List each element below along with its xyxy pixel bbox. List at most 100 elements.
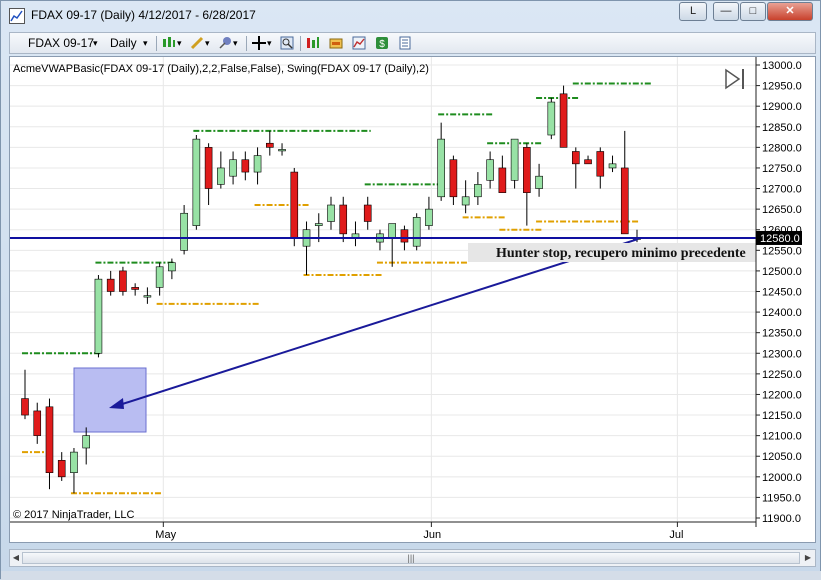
- candle-body[interactable]: [217, 167, 225, 185]
- candle-body[interactable]: [327, 204, 335, 222]
- toolbar-separator: [300, 36, 301, 51]
- instrument-selector[interactable]: FDAX 09-17: [28, 35, 94, 51]
- candle-body[interactable]: [620, 167, 629, 235]
- link-button[interactable]: L: [679, 2, 707, 21]
- price-tick-label: 12050.0: [762, 451, 802, 463]
- bar-type-dropdown-icon[interactable]: ▾: [177, 35, 182, 51]
- price-tick-label: 12750.0: [762, 163, 802, 175]
- price-tick-label: 12200.0: [762, 389, 802, 401]
- candle-body[interactable]: [547, 101, 556, 136]
- price-tick-label: 12000.0: [762, 472, 802, 484]
- candle-body[interactable]: [535, 175, 543, 189]
- price-tick-label: 12800.0: [762, 142, 802, 154]
- chart-toolbar: FDAX 09-17 ▾ Daily ▾ ▾ ▾ ▾ ▾ $: [9, 32, 816, 54]
- horizontal-scrollbar[interactable]: ◀ ||| ▶: [9, 549, 816, 567]
- minimize-button[interactable]: —: [713, 2, 739, 21]
- time-tick-label: May: [155, 529, 176, 541]
- candle-body[interactable]: [290, 171, 299, 239]
- candle-body[interactable]: [584, 159, 592, 165]
- crosshair-icon[interactable]: [252, 36, 266, 50]
- instrument-dropdown-icon[interactable]: ▾: [93, 35, 98, 51]
- candle-body[interactable]: [425, 208, 433, 226]
- candle-body[interactable]: [229, 159, 237, 177]
- close-button[interactable]: ✕: [767, 2, 813, 21]
- chart-properties-icon[interactable]: [352, 36, 366, 50]
- candle-body[interactable]: [57, 460, 66, 478]
- pin-icon[interactable]: [218, 36, 232, 50]
- price-tick-label: 12150.0: [762, 410, 802, 422]
- crosshair-dropdown-icon[interactable]: ▾: [267, 35, 272, 51]
- candle-body[interactable]: [559, 93, 568, 148]
- candle-body[interactable]: [192, 138, 201, 226]
- current-price-label: 12580.0: [760, 233, 800, 245]
- data-box-icon[interactable]: [398, 36, 412, 50]
- candle-body[interactable]: [510, 138, 519, 181]
- candle-body[interactable]: [265, 142, 274, 148]
- pencil-icon[interactable]: [190, 36, 204, 50]
- candle-body[interactable]: [412, 217, 421, 247]
- candle-body[interactable]: [241, 159, 250, 173]
- candle-body[interactable]: [45, 406, 54, 473]
- candle-body[interactable]: [461, 196, 470, 206]
- candle-body[interactable]: [571, 151, 580, 165]
- candle-body[interactable]: [596, 151, 605, 177]
- scrollbar-thumb[interactable]: |||: [22, 552, 800, 564]
- candle-body[interactable]: [486, 159, 494, 181]
- strategies-icon[interactable]: [329, 36, 343, 50]
- price-tick-label: 12500.0: [762, 266, 802, 278]
- toolbar-separator: [156, 36, 157, 51]
- bar-type-icon[interactable]: [162, 36, 176, 50]
- candle-body[interactable]: [155, 266, 164, 288]
- candle-body[interactable]: [21, 398, 29, 416]
- chart-panel[interactable]: Hunter stop, recupero minimo precedente …: [9, 56, 816, 543]
- price-chart[interactable]: Hunter stop, recupero minimo precedente …: [10, 57, 815, 542]
- indicators-icon[interactable]: [306, 36, 320, 50]
- dollar-icon[interactable]: $: [375, 36, 389, 50]
- candle-body[interactable]: [278, 149, 286, 152]
- window-title: FDAX 09-17 (Daily) 4/12/2017 - 6/28/2017: [31, 8, 256, 22]
- candle-body[interactable]: [363, 204, 372, 222]
- candle-body[interactable]: [168, 262, 176, 272]
- candle-body[interactable]: [131, 287, 139, 290]
- candle-body[interactable]: [400, 229, 409, 243]
- maximize-button[interactable]: □: [740, 2, 766, 21]
- candle-body[interactable]: [449, 159, 458, 198]
- period-dropdown-icon[interactable]: ▾: [143, 35, 148, 51]
- chart-app-icon: [9, 8, 25, 24]
- candle-body[interactable]: [119, 270, 127, 292]
- scroll-left-arrow-icon[interactable]: ◀: [11, 552, 21, 564]
- candle-body[interactable]: [204, 147, 213, 189]
- candle-body[interactable]: [253, 155, 262, 173]
- pin-dropdown-icon[interactable]: ▾: [233, 35, 238, 51]
- candle-body[interactable]: [94, 278, 103, 354]
- price-tick-label: 12100.0: [762, 431, 802, 443]
- candle-body[interactable]: [33, 410, 42, 436]
- candle-body[interactable]: [106, 278, 115, 292]
- candle-body[interactable]: [339, 204, 348, 235]
- indicator-label: AcmeVWAPBasic(FDAX 09-17 (Daily),2,2,Fal…: [13, 63, 429, 75]
- candle-body[interactable]: [523, 147, 531, 193]
- candle-body[interactable]: [498, 167, 507, 193]
- drawing-dropdown-icon[interactable]: ▾: [205, 35, 210, 51]
- zoom-icon[interactable]: [280, 36, 294, 50]
- price-tick-label: 13000.0: [762, 60, 802, 72]
- candle-body[interactable]: [143, 295, 152, 298]
- candle-body[interactable]: [388, 223, 397, 239]
- period-selector[interactable]: Daily: [110, 35, 137, 51]
- price-tick-label: 12700.0: [762, 184, 802, 196]
- candle-body[interactable]: [82, 435, 90, 449]
- candle-body[interactable]: [314, 223, 323, 226]
- price-tick-label: 12400.0: [762, 307, 802, 319]
- candle-body[interactable]: [608, 163, 617, 169]
- candle-body[interactable]: [437, 138, 445, 198]
- candle-body[interactable]: [70, 451, 78, 474]
- annotation-text[interactable]: Hunter stop, recupero minimo precedente: [496, 246, 746, 261]
- candle-body[interactable]: [180, 212, 188, 251]
- trend-arrow-line[interactable]: [112, 238, 639, 408]
- title-bar[interactable]: FDAX 09-17 (Daily) 4/12/2017 - 6/28/2017…: [1, 1, 821, 31]
- candle-body[interactable]: [474, 184, 482, 198]
- scroll-right-arrow-icon[interactable]: ▶: [803, 552, 813, 564]
- price-tick-label: 12950.0: [762, 81, 802, 93]
- time-tick-label: Jun: [423, 529, 441, 541]
- price-tick-label: 12550.0: [762, 245, 802, 257]
